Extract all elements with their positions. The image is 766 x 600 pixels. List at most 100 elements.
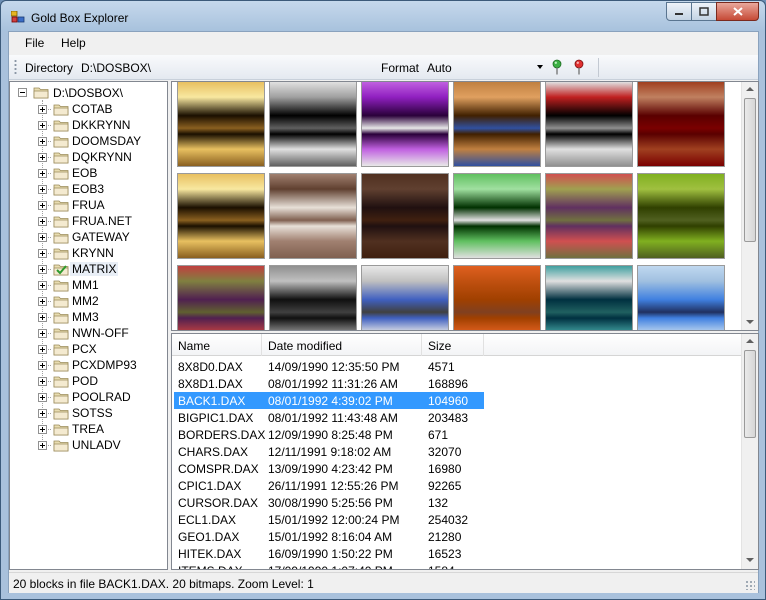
expand-toggle-icon[interactable] bbox=[38, 313, 47, 322]
file-row[interactable]: ECL1.DAX 15/01/1992 12:00:24 PM 254032 bbox=[174, 511, 484, 528]
thumbnails-scroll-thumb[interactable] bbox=[744, 98, 756, 242]
bitmap-thumbnail[interactable] bbox=[361, 265, 449, 330]
file-row[interactable]: BIGPIC1.DAX 08/01/1992 11:43:48 AM 203483 bbox=[174, 409, 484, 426]
file-size: 132 bbox=[428, 496, 449, 510]
file-date: 08/01/1992 11:43:48 AM bbox=[268, 411, 398, 425]
bitmap-thumbnail[interactable] bbox=[269, 82, 357, 167]
file-date: 17/09/1990 1:07:40 PM bbox=[268, 564, 393, 569]
expand-toggle-icon[interactable] bbox=[38, 345, 47, 354]
column-header-name[interactable]: Name bbox=[172, 334, 262, 356]
expand-toggle-icon[interactable] bbox=[38, 169, 47, 178]
list-scroll-down-arrow-icon[interactable] bbox=[746, 558, 754, 562]
bitmap-thumbnail[interactable] bbox=[361, 173, 449, 259]
format-select[interactable]: Auto bbox=[423, 57, 547, 77]
file-size: 16523 bbox=[428, 547, 462, 561]
directory-value[interactable]: D:\DOSBOX\ bbox=[81, 61, 151, 75]
bitmap-thumbnail[interactable] bbox=[269, 265, 357, 330]
expand-toggle-icon[interactable] bbox=[38, 249, 47, 258]
expand-toggle-icon[interactable] bbox=[38, 105, 47, 114]
expand-toggle-icon[interactable] bbox=[38, 121, 47, 130]
expand-toggle-icon[interactable] bbox=[38, 393, 47, 402]
file-row[interactable]: 8X8D0.DAX 14/09/1990 12:35:50 PM 4571 bbox=[174, 358, 484, 375]
expand-toggle-icon[interactable] bbox=[38, 265, 47, 274]
tree-node-label: UNLADV bbox=[72, 438, 121, 452]
file-row[interactable]: BORDERS.DAX 12/09/1990 8:25:48 PM 671 bbox=[174, 426, 484, 443]
tree-node-label: PCXDMP93 bbox=[72, 358, 137, 372]
bitmap-thumbnail[interactable] bbox=[545, 82, 633, 167]
column-header-date-modified[interactable]: Date modified bbox=[262, 334, 422, 356]
maximize-button[interactable] bbox=[691, 2, 717, 21]
bitmap-thumbnail[interactable] bbox=[177, 173, 265, 259]
file-row[interactable]: COMSPR.DAX 13/09/1990 4:23:42 PM 16980 bbox=[174, 460, 484, 477]
file-name: GEO1.DAX bbox=[178, 530, 240, 544]
file-size: 203483 bbox=[428, 411, 469, 425]
bitmap-thumbnails[interactable] bbox=[171, 81, 759, 331]
file-name: ECL1.DAX bbox=[178, 513, 237, 527]
file-size: 168896 bbox=[428, 377, 469, 391]
list-scroll-up-arrow-icon[interactable] bbox=[746, 339, 754, 343]
directory-label: Directory bbox=[25, 61, 74, 75]
menu-help[interactable]: Help bbox=[61, 36, 86, 50]
bitmap-thumbnail[interactable] bbox=[545, 265, 633, 330]
column-header-size[interactable]: Size bbox=[422, 334, 484, 356]
expand-toggle-icon[interactable] bbox=[38, 201, 47, 210]
resize-grip-icon[interactable] bbox=[745, 580, 755, 590]
file-row[interactable]: ITEMS.DAX 17/09/1990 1:07:40 PM 1584 bbox=[174, 562, 484, 569]
expand-toggle-icon[interactable] bbox=[38, 217, 47, 226]
column-header-date-label: Date modified bbox=[268, 339, 343, 353]
file-row[interactable]: CPIC1.DAX 26/11/1991 12:55:26 PM 92265 bbox=[174, 477, 484, 494]
expand-toggle-icon[interactable] bbox=[38, 361, 47, 370]
title-bar[interactable]: Gold Box Explorer bbox=[1, 1, 765, 31]
folder-tree[interactable]: D:\DOSBOX\ COTAB DKKRYNN DOOMSDAY DQKRYNN EOB… bbox=[9, 81, 168, 570]
file-list-scroll-thumb[interactable] bbox=[744, 350, 756, 438]
close-button[interactable] bbox=[716, 2, 759, 21]
tree-node-label: PCX bbox=[72, 342, 97, 356]
bitmap-thumbnail[interactable] bbox=[637, 173, 725, 259]
expand-toggle-icon[interactable] bbox=[38, 425, 47, 434]
expand-toggle-icon[interactable] bbox=[38, 329, 47, 338]
bitmap-thumbnail[interactable] bbox=[269, 173, 357, 259]
file-row[interactable]: HITEK.DAX 16/09/1990 1:50:22 PM 16523 bbox=[174, 545, 484, 562]
collapse-toggle-icon[interactable] bbox=[18, 88, 27, 97]
thumbnails-scrollbar[interactable] bbox=[741, 82, 758, 330]
expand-toggle-icon[interactable] bbox=[38, 409, 47, 418]
bitmap-thumbnail[interactable] bbox=[177, 82, 265, 167]
red-pin-icon[interactable] bbox=[573, 59, 585, 75]
expand-toggle-icon[interactable] bbox=[38, 297, 47, 306]
expand-toggle-icon[interactable] bbox=[38, 281, 47, 290]
scroll-up-arrow-icon[interactable] bbox=[746, 87, 754, 91]
file-date: 15/01/1992 8:16:04 AM bbox=[268, 530, 393, 544]
file-row[interactable]: CURSOR.DAX 30/08/1990 5:25:56 PM 132 bbox=[174, 494, 484, 511]
bitmap-thumbnail[interactable] bbox=[361, 82, 449, 167]
expand-toggle-icon[interactable] bbox=[38, 185, 47, 194]
file-name: BACK1.DAX bbox=[178, 394, 246, 408]
file-row[interactable]: CHARS.DAX 12/11/1991 9:18:02 AM 32070 bbox=[174, 443, 484, 460]
file-size: 254032 bbox=[428, 513, 469, 527]
folder-icon bbox=[53, 343, 69, 356]
bitmap-thumbnail[interactable] bbox=[637, 82, 725, 167]
bitmap-thumbnail[interactable] bbox=[453, 82, 541, 167]
menu-file[interactable]: File bbox=[25, 36, 44, 50]
file-date: 16/09/1990 1:50:22 PM bbox=[268, 547, 393, 561]
green-pin-icon[interactable] bbox=[551, 59, 563, 75]
expand-toggle-icon[interactable] bbox=[38, 441, 47, 450]
column-header-name-label: Name bbox=[178, 339, 211, 353]
bitmap-thumbnail[interactable] bbox=[453, 265, 541, 330]
bitmap-thumbnail[interactable] bbox=[453, 173, 541, 259]
expand-toggle-icon[interactable] bbox=[38, 377, 47, 386]
toolbar-grip[interactable] bbox=[14, 59, 17, 76]
expand-toggle-icon[interactable] bbox=[38, 153, 47, 162]
file-row[interactable]: 8X8D1.DAX 08/01/1992 11:31:26 AM 168896 bbox=[174, 375, 484, 392]
bitmap-thumbnail[interactable] bbox=[637, 265, 725, 330]
scroll-down-arrow-icon[interactable] bbox=[746, 320, 754, 324]
expand-toggle-icon[interactable] bbox=[38, 137, 47, 146]
file-row[interactable]: GEO1.DAX 15/01/1992 8:16:04 AM 21280 bbox=[174, 528, 484, 545]
bitmap-thumbnail[interactable] bbox=[545, 173, 633, 259]
app-icon bbox=[11, 11, 25, 23]
file-row[interactable]: BACK1.DAX 08/01/1992 4:39:02 PM 104960 bbox=[174, 392, 484, 409]
minimize-button[interactable] bbox=[666, 2, 692, 21]
expand-toggle-icon[interactable] bbox=[38, 233, 47, 242]
file-list-scrollbar[interactable] bbox=[741, 334, 758, 569]
file-list[interactable]: Name Date modified Size 8X8D0.DAX 14/09/1… bbox=[171, 333, 759, 570]
bitmap-thumbnail[interactable] bbox=[177, 265, 265, 330]
